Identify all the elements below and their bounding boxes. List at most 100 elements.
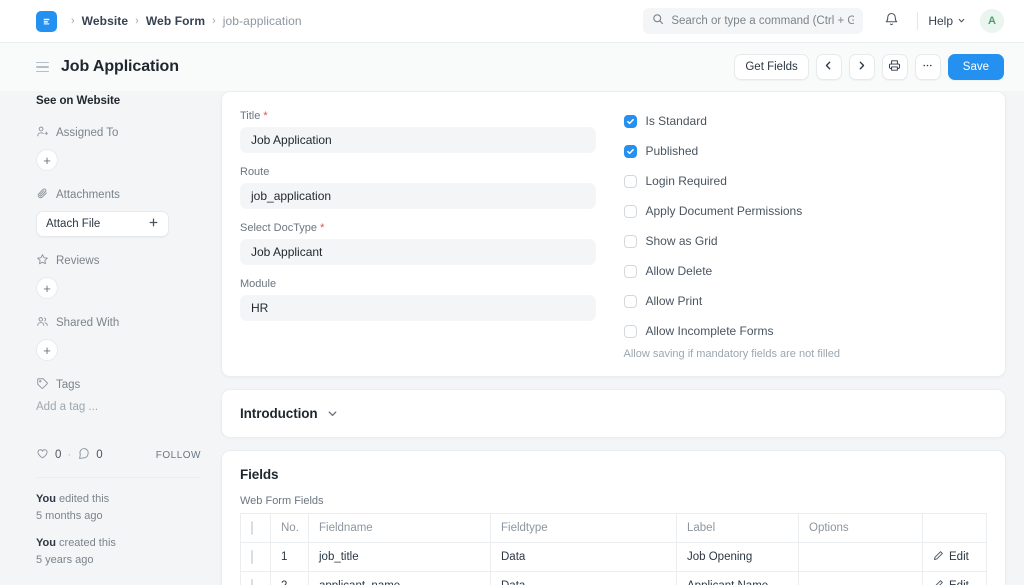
fields-title: Fields (240, 467, 279, 482)
sidebar-section-label: Reviews (56, 255, 100, 267)
checkbox-row-login-required[interactable]: Login Required (623, 174, 988, 188)
row-checkbox[interactable] (251, 550, 253, 564)
cell-no: 2 (270, 571, 309, 585)
see-on-website-link[interactable]: See on Website (36, 95, 201, 107)
edit-row-button[interactable]: Edit (933, 550, 969, 564)
checkbox-row-apply-document-permissions[interactable]: Apply Document Permissions (623, 204, 988, 218)
allow-print-checkbox[interactable] (623, 294, 637, 308)
label-text: Select DocType (240, 222, 318, 234)
next-document-button[interactable] (848, 54, 875, 80)
bell-icon (884, 12, 899, 30)
heart-icon[interactable] (36, 447, 49, 463)
route-input[interactable]: job_application (240, 183, 596, 209)
cell-label[interactable]: Applicant Name (676, 571, 799, 585)
table-header-row: No. Fieldname Fieldtype Label Options (240, 513, 987, 543)
apply-document-permissions-checkbox[interactable] (623, 204, 637, 218)
select-doctype-input[interactable]: Job Applicant (240, 239, 596, 265)
checkbox-row-show-as-grid[interactable]: Show as Grid (623, 234, 988, 248)
checkbox-label: Show as Grid (645, 234, 718, 248)
navbar-divider (917, 12, 919, 30)
row-select-cell (240, 542, 271, 572)
is-standard-checkbox[interactable] (623, 114, 637, 128)
assigned-to-header: Assigned To (36, 125, 201, 141)
table-row[interactable]: 1 job_title Data Job Opening Edit (240, 542, 987, 572)
checkbox-label: Apply Document Permissions (645, 204, 803, 218)
checkbox-label: Allow Print (645, 294, 703, 308)
save-button[interactable]: Save (947, 54, 1004, 80)
checkbox-row-allow-incomplete-forms[interactable]: Allow Incomplete Forms (623, 324, 988, 338)
cell-fieldtype[interactable]: Data (490, 571, 677, 585)
module-input[interactable]: HR (240, 295, 596, 321)
add-share-button[interactable]: + (36, 339, 58, 361)
details-card: Title * Job Application Route job_applic… (221, 91, 1006, 377)
like-count: 0 (55, 449, 62, 461)
required-marker: * (260, 110, 268, 122)
erpnext-logo-icon[interactable] (36, 10, 57, 32)
add-assignment-button[interactable]: + (36, 149, 58, 171)
attach-file-button[interactable]: Attach File (36, 211, 169, 237)
tag-icon (36, 377, 49, 393)
published-checkbox[interactable] (623, 144, 637, 158)
cell-options[interactable] (798, 542, 923, 572)
search-field[interactable] (671, 15, 855, 27)
sidebar-footer: 0 · 0 FOLLOW You edited this 5 months ag… (36, 447, 201, 568)
allow-incomplete-forms-checkbox[interactable] (623, 324, 637, 338)
field-route: Route job_application (240, 166, 596, 209)
field-title: Title * Job Application (240, 110, 596, 153)
pencil-icon (933, 579, 944, 585)
paperclip-icon (36, 187, 49, 203)
help-label: Help (928, 14, 953, 28)
cell-fieldname[interactable]: job_title (308, 542, 491, 572)
row-checkbox[interactable] (251, 579, 253, 585)
get-fields-button[interactable]: Get Fields (734, 54, 809, 80)
activity-action: created this (55, 537, 116, 549)
avatar[interactable]: A (980, 9, 1004, 33)
checkbox-row-is-standard[interactable]: Is Standard (623, 114, 988, 128)
introduction-section-toggle[interactable]: Introduction (240, 406, 987, 421)
checkbox-label: Is Standard (645, 114, 707, 128)
title-input[interactable]: Job Application (240, 127, 596, 153)
required-marker: * (317, 222, 325, 234)
more-actions-button[interactable] (914, 54, 941, 80)
hamburger-menu-icon[interactable] (36, 61, 49, 73)
activity-action: edited this (55, 493, 110, 505)
add-tag-input[interactable]: Add a tag ... (36, 401, 201, 413)
notifications-button[interactable] (877, 7, 905, 35)
add-review-button[interactable]: + (36, 277, 58, 299)
column-header-options: Options (798, 513, 923, 543)
checkbox-row-allow-delete[interactable]: Allow Delete (623, 264, 988, 278)
follow-button[interactable]: FOLLOW (156, 450, 201, 461)
checkbox-row-published[interactable]: Published (623, 144, 988, 158)
prev-document-button[interactable] (815, 54, 842, 80)
comment-icon[interactable] (77, 447, 90, 463)
search-input[interactable] (643, 8, 864, 34)
page-title: Job Application (61, 58, 179, 75)
column-header-actions (922, 513, 987, 543)
cell-options[interactable] (798, 571, 923, 585)
show-as-grid-checkbox[interactable] (623, 234, 637, 248)
cell-label[interactable]: Job Opening (676, 542, 799, 572)
help-menu-button[interactable]: Help (928, 14, 966, 28)
breadcrumb-item-website[interactable]: Website (82, 14, 129, 28)
select-all-checkbox[interactable] (251, 521, 253, 535)
login-required-checkbox[interactable] (623, 174, 637, 188)
cell-no: 1 (270, 542, 309, 572)
printer-icon (888, 59, 901, 75)
allow-delete-checkbox[interactable] (623, 264, 637, 278)
chevron-down-icon (326, 407, 339, 420)
cell-fieldname[interactable]: applicant_name (308, 571, 491, 585)
edit-row-button[interactable]: Edit (933, 579, 969, 585)
checkbox-label: Allow Delete (645, 264, 713, 278)
breadcrumb-item-web-form[interactable]: Web Form (146, 14, 205, 28)
checkbox-row-allow-print[interactable]: Allow Print (623, 294, 988, 308)
table-row[interactable]: 2 applicant_name Data Applicant Name Edi… (240, 571, 987, 585)
activity-edited: You edited this 5 months ago (36, 491, 201, 524)
field-label: Route (240, 166, 270, 178)
field-label: Module (240, 278, 277, 290)
breadcrumb: › Website › Web Form › job-application (71, 14, 302, 28)
column-header-fieldtype: Fieldtype (490, 513, 677, 543)
cell-actions: Edit (922, 571, 987, 585)
print-button[interactable] (881, 54, 908, 80)
page-body: See on Website Assigned To + Attachments… (0, 91, 1024, 585)
cell-fieldtype[interactable]: Data (490, 542, 677, 572)
